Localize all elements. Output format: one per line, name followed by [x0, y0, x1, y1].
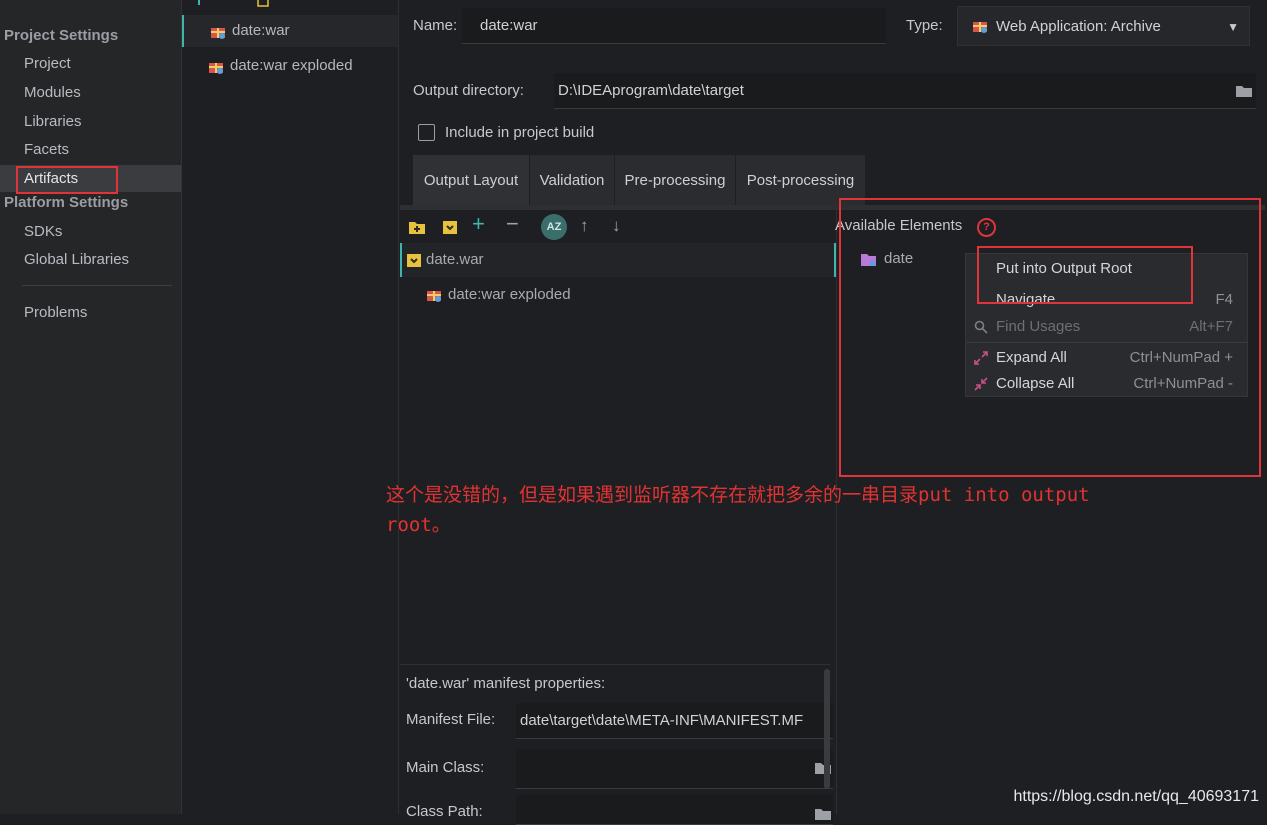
- name-field[interactable]: date:war: [462, 8, 886, 44]
- manifest-file-label: Manifest File:: [406, 711, 496, 728]
- available-elements-highlight-box: [839, 198, 1261, 477]
- annotation-text: 这个是没错的，但是如果遇到监听器不存在就把多余的一串目录put into out…: [386, 480, 1226, 540]
- manifest-panel: 'date.war' manifest properties: Manifest…: [400, 664, 833, 825]
- annotation-line-2: root。: [386, 514, 451, 536]
- output-layout-toolbar: + − AZ ↑ ↓: [400, 210, 836, 244]
- sidebar-item-facets[interactable]: Facets: [0, 136, 181, 163]
- type-label: Type:: [906, 17, 943, 34]
- tab-output-layout[interactable]: Output Layout: [413, 155, 530, 205]
- artifacts-highlight-box: [16, 166, 118, 194]
- include-in-build-checkbox[interactable]: [418, 124, 435, 141]
- sidebar-item-modules[interactable]: Modules: [0, 79, 181, 106]
- include-in-build-label: Include in project build: [445, 124, 595, 141]
- manifest-file-field[interactable]: date\target\date\META-INF\MANIFEST.MF: [516, 703, 833, 739]
- tree-row-label: date.war: [426, 251, 484, 268]
- sidebar-item-problems[interactable]: Problems: [0, 299, 181, 326]
- output-directory-label: Output directory:: [413, 82, 524, 99]
- archive-icon: [407, 254, 421, 267]
- sort-az-icon[interactable]: AZ: [541, 214, 567, 240]
- artifact-item-label: date:war: [232, 22, 290, 39]
- artifact-icon: [973, 22, 987, 33]
- platform-settings-heading: Platform Settings: [4, 194, 129, 211]
- add-icon[interactable]: +: [472, 213, 485, 235]
- sidebar-item-sdks[interactable]: SDKs: [0, 218, 181, 245]
- main-class-label: Main Class:: [406, 759, 485, 776]
- main-class-field[interactable]: [516, 749, 833, 789]
- browse-folder-icon[interactable]: [1235, 84, 1253, 98]
- sidebar-item-global-libraries[interactable]: Global Libraries: [0, 246, 181, 273]
- browse-folder-icon[interactable]: [814, 807, 832, 821]
- project-settings-heading: Project Settings: [4, 27, 119, 44]
- tab-validation[interactable]: Validation: [530, 155, 615, 205]
- remove-icon[interactable]: −: [506, 213, 519, 235]
- move-down-icon[interactable]: ↓: [612, 216, 621, 236]
- artifact-icon: [427, 291, 441, 302]
- toolbar-accent: [198, 0, 200, 5]
- manifest-title: 'date.war' manifest properties:: [406, 675, 606, 692]
- output-directory-field[interactable]: D:\IDEAprogram\date\target: [554, 73, 1256, 109]
- annotation-line-1: 这个是没错的，但是如果遇到监听器不存在就把多余的一串目录put into out…: [386, 484, 1090, 506]
- tab-pre-processing[interactable]: Pre-processing: [615, 155, 736, 205]
- class-path-field[interactable]: [516, 795, 833, 825]
- sidebar-item-libraries[interactable]: Libraries: [0, 108, 181, 135]
- name-label: Name:: [413, 17, 458, 34]
- move-up-icon[interactable]: ↑: [580, 216, 589, 236]
- artifact-list: date:war date:war exploded: [182, 0, 399, 814]
- sidebar-item-project[interactable]: Project: [0, 50, 181, 77]
- tree-row-date-war-exploded[interactable]: date:war exploded: [426, 278, 826, 312]
- put-into-output-root-highlight-box: [977, 246, 1193, 304]
- class-path-label: Class Path:: [406, 803, 483, 820]
- tree-row-date-war[interactable]: date.war: [400, 243, 836, 277]
- watermark: https://blog.csdn.net/qq_40693171: [1013, 788, 1259, 805]
- archive-icon[interactable]: [441, 218, 459, 236]
- chevron-down-icon: ▼: [1227, 20, 1239, 34]
- tree-row-label: date:war exploded: [448, 286, 571, 303]
- artifact-icon: [209, 63, 223, 74]
- artifact-item-label: date:war exploded: [230, 57, 353, 74]
- artifact-icon: [211, 28, 225, 39]
- type-select[interactable]: Web Application: Archive ▼: [957, 6, 1250, 46]
- manifest-scrollbar[interactable]: [824, 669, 830, 789]
- artifact-item-date-war[interactable]: date:war: [182, 15, 398, 47]
- copy-artifact-icon[interactable]: [256, 0, 270, 8]
- artifact-item-date-war-exploded[interactable]: date:war exploded: [182, 50, 398, 82]
- new-folder-icon[interactable]: [408, 218, 426, 236]
- type-select-value: Web Application: Archive: [996, 18, 1161, 35]
- sidebar-divider: [22, 285, 172, 286]
- settings-sidebar: Project Settings Project Modules Librari…: [0, 0, 182, 814]
